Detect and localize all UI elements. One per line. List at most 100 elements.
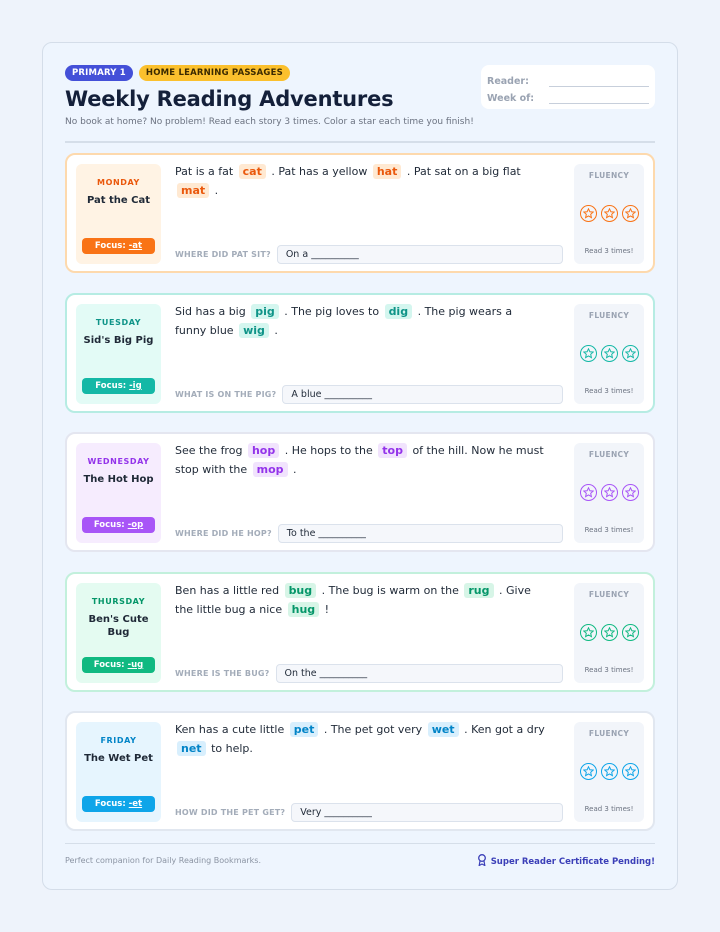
star-icon[interactable] — [621, 205, 639, 222]
question-label: WHERE DID HE HOP? — [175, 528, 272, 538]
day-label-box: TUESDAY Sid's Big Pig Focus: -ig — [76, 304, 161, 404]
answer-field[interactable]: Very __________ — [291, 802, 563, 822]
star-icon[interactable] — [579, 624, 597, 641]
star-row — [574, 484, 644, 501]
star-icon[interactable] — [600, 763, 618, 780]
story-title: The Wet Pet — [84, 753, 153, 764]
story-text: . The pet got very — [323, 723, 423, 736]
star-icon[interactable] — [600, 205, 618, 222]
day-card-friday: FRIDAY The Wet Pet Focus: -et Ken has a cute… — [65, 711, 655, 831]
focus-label: Focus: — [93, 520, 125, 530]
reader-label: Reader: — [487, 76, 529, 87]
focus-family: -et — [128, 799, 143, 809]
star-icon[interactable] — [621, 484, 639, 501]
fluency-tracker: FLUENCY Read 3 times! — [574, 583, 644, 683]
fluency-note: Read 3 times! — [584, 805, 634, 813]
day-card-thursday: THURSDAY Ben's Cute Bug Focus: -ug Ben has a… — [65, 572, 655, 692]
story-passage: Sid has a big pig . The pig loves to dig… — [175, 302, 545, 340]
story-text: to help. — [211, 742, 253, 755]
reader-row: Reader: — [487, 70, 649, 87]
answer-field[interactable]: A blue __________ — [282, 384, 563, 404]
fluency-note: Read 3 times! — [584, 526, 634, 534]
day-label-box: THURSDAY Ben's Cute Bug Focus: -ug — [76, 583, 161, 683]
phonics-word: net — [177, 741, 206, 756]
story-text: Pat is a fat — [175, 165, 234, 178]
day-label-box: MONDAY Pat the Cat Focus: -at — [76, 164, 161, 264]
story-text: . Pat sat on a big flat — [406, 165, 521, 178]
day-card-monday: MONDAY Pat the Cat Focus: -at Pat is a fat c… — [65, 153, 655, 273]
fluency-label: FLUENCY — [588, 590, 630, 599]
day-name: THURSDAY — [91, 597, 146, 606]
phonics-word: rug — [464, 583, 494, 598]
fluency-label: FLUENCY — [588, 311, 630, 320]
star-icon[interactable] — [621, 624, 639, 641]
question-label: WHAT IS ON THE PIG? — [175, 389, 277, 399]
star-icon[interactable] — [579, 763, 597, 780]
comprehension-question: WHERE DID HE HOP? To the __________ — [175, 523, 563, 543]
award-ribbon-icon — [477, 854, 487, 869]
fluency-tracker: FLUENCY Read 3 times! — [574, 722, 644, 822]
day-label-box: FRIDAY The Wet Pet Focus: -et — [76, 722, 161, 822]
phonics-word: pig — [251, 304, 279, 319]
focus-label: Focus: — [94, 241, 126, 251]
reader-field[interactable] — [549, 76, 649, 87]
fluency-label: FLUENCY — [588, 729, 630, 738]
focus-badge: Focus: -ig — [82, 378, 155, 394]
phonics-word: bug — [284, 583, 317, 598]
fluency-note: Read 3 times! — [584, 666, 634, 674]
footer: Perfect companion for Daily Reading Book… — [65, 843, 655, 873]
focus-badge: Focus: -ug — [82, 657, 155, 673]
worksheet: PRIMARY 1 HOME LEARNING PASSAGES Weekly … — [42, 42, 678, 890]
star-icon[interactable] — [600, 484, 618, 501]
certificate-text: Super Reader Certificate Pending! — [490, 856, 655, 867]
focus-label: Focus: — [93, 660, 125, 670]
story-text: Ken has a cute little — [175, 723, 285, 736]
comprehension-question: HOW DID THE PET GET? Very __________ — [175, 802, 563, 822]
fluency-label: FLUENCY — [588, 450, 630, 459]
story-passage: Ben has a little red bug . The bug is wa… — [175, 581, 545, 619]
story-title: Ben's Cute Bug — [88, 614, 149, 638]
focus-label: Focus: — [94, 799, 126, 809]
answer-field[interactable]: To the __________ — [277, 523, 563, 543]
fluency-tracker: FLUENCY Read 3 times! — [574, 443, 644, 543]
story-text: . The bug is warm on the — [321, 584, 459, 597]
fluency-label: FLUENCY — [588, 171, 630, 180]
phonics-word: cat — [238, 164, 266, 179]
star-icon[interactable] — [621, 345, 639, 362]
fluency-tracker: FLUENCY Read 3 times! — [574, 164, 644, 264]
comprehension-question: WHERE IS THE BUG? On the __________ — [175, 663, 563, 683]
phonics-word: top — [378, 443, 407, 458]
story-text: . Pat has a yellow — [271, 165, 368, 178]
star-icon[interactable] — [579, 484, 597, 501]
day-name: TUESDAY — [95, 318, 142, 327]
story-text: . — [274, 324, 278, 337]
answer-field[interactable]: On a __________ — [276, 244, 563, 264]
header: PRIMARY 1 HOME LEARNING PASSAGES Weekly … — [65, 65, 655, 141]
page-subtitle: No book at home? No problem! Read each s… — [65, 117, 474, 127]
comprehension-question: WHAT IS ON THE PIG? A blue __________ — [175, 384, 563, 404]
day-name: MONDAY — [97, 178, 140, 187]
focus-family: -ug — [127, 660, 144, 670]
day-name: FRIDAY — [100, 736, 137, 745]
week-label: Week of: — [487, 93, 535, 104]
header-divider — [65, 141, 655, 143]
story-text: Ben has a little red — [175, 584, 280, 597]
week-field[interactable] — [549, 93, 649, 104]
star-icon[interactable] — [600, 624, 618, 641]
focus-family: -op — [127, 520, 144, 530]
day-card-tuesday: TUESDAY Sid's Big Pig Focus: -ig Sid has a b… — [65, 293, 655, 413]
phonics-word: hat — [372, 164, 402, 179]
question-label: WHERE IS THE BUG? — [175, 668, 270, 678]
star-icon[interactable] — [579, 205, 597, 222]
story-text: . Ken got a dry — [464, 723, 545, 736]
focus-badge: Focus: -et — [82, 796, 155, 812]
answer-field[interactable]: On the __________ — [275, 663, 563, 683]
story-title: Pat the Cat — [86, 195, 151, 206]
star-icon[interactable] — [621, 763, 639, 780]
fluency-note: Read 3 times! — [584, 387, 634, 395]
star-icon[interactable] — [579, 345, 597, 362]
grade-badge: PRIMARY 1 — [65, 65, 133, 81]
star-icon[interactable] — [600, 345, 618, 362]
story-passage: Ken has a cute little pet . The pet got … — [175, 720, 545, 758]
question-label: WHERE DID PAT SIT? — [175, 249, 271, 259]
